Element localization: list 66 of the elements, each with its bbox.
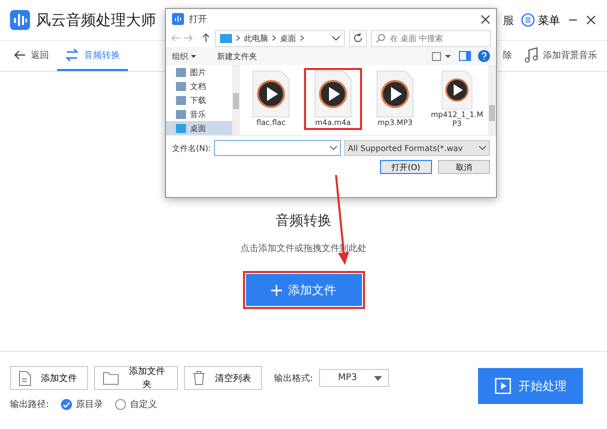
section-title: 音频转换 <box>276 212 332 230</box>
app-logo-icon <box>172 13 184 25</box>
chevron-right-icon <box>236 35 240 41</box>
trash-icon <box>193 371 205 385</box>
scrollbar[interactable] <box>232 65 240 135</box>
path-radio-option[interactable]: 原目录 <box>61 398 104 411</box>
file-type-dropdown[interactable]: All Supported Formats(*.wav <box>344 140 490 156</box>
preview-pane-icon[interactable] <box>459 51 471 61</box>
organize-menu[interactable]: 组织 <box>172 50 196 62</box>
folder-nav-item[interactable]: 图片 <box>166 65 232 79</box>
filename-label: 文件名(N): <box>172 142 211 154</box>
chevron-down-icon <box>332 36 340 40</box>
breadcrumb-item[interactable]: 桌面 <box>280 32 296 44</box>
toolbar-button[interactable]: 添加文件 <box>10 366 88 390</box>
path-radio-option[interactable]: 自定义 <box>115 398 158 411</box>
customer-service-link[interactable]: 服 <box>503 12 514 28</box>
swap-arrows-icon <box>65 48 79 62</box>
view-options-icon[interactable] <box>432 52 452 60</box>
output-path-label: 输出路径: <box>10 398 50 411</box>
format-dropdown[interactable]: MP3 <box>319 369 390 387</box>
folder-nav-item[interactable]: 下载 <box>166 93 232 107</box>
refresh-icon[interactable] <box>349 30 367 46</box>
toolbar-button[interactable]: 添加文件夹 <box>94 366 178 390</box>
search-field[interactable]: 在 桌面 中搜索 <box>371 30 491 46</box>
folder-nav-item[interactable]: 文档 <box>166 79 232 93</box>
audio-file-icon <box>313 70 353 118</box>
close-icon[interactable] <box>481 14 490 24</box>
folder-nav-item[interactable]: 桌面 <box>166 121 232 135</box>
caret-icon <box>374 376 382 380</box>
back-arrow-icon <box>14 50 26 60</box>
filename-input[interactable] <box>214 140 341 156</box>
radio-icon[interactable] <box>115 399 126 410</box>
new-folder-button[interactable]: 新建文件夹 <box>217 50 257 62</box>
search-icon <box>376 34 385 42</box>
play-icon <box>494 378 510 394</box>
document-icon <box>19 370 31 386</box>
toolbar-tab[interactable]: 除 <box>499 41 516 71</box>
audio-file-icon <box>251 70 291 118</box>
radio-icon[interactable] <box>61 399 72 410</box>
toolbar-tab[interactable]: 添加背景音乐 <box>516 41 605 71</box>
chevron-right-icon <box>300 35 304 41</box>
app-title: 风云音频处理大师 <box>36 10 156 30</box>
help-icon[interactable] <box>478 50 490 62</box>
start-process-button[interactable]: 开始处理 <box>478 368 583 404</box>
music-note-icon <box>524 47 538 63</box>
address-bar[interactable]: 此电脑 桌面 <box>215 30 345 46</box>
sound-wave-logo-icon <box>10 10 30 30</box>
format-label: 输出格式: <box>274 372 314 384</box>
open-button[interactable]: 打开(O) <box>380 160 432 174</box>
toolbar-tab[interactable]: 返回 <box>6 41 57 71</box>
caret-icon <box>191 54 196 58</box>
menu-icon <box>521 13 535 27</box>
chevron-down-icon <box>479 146 486 150</box>
scrollbar[interactable] <box>488 65 496 135</box>
dialog-title: 打开 <box>189 14 207 26</box>
cancel-button[interactable]: 取消 <box>438 160 490 174</box>
menu-button[interactable]: 菜单 <box>518 12 563 28</box>
plus-icon <box>271 284 282 296</box>
toolbar-button[interactable]: 清空列表 <box>184 366 262 390</box>
chevron-down-icon <box>330 146 337 150</box>
audio-file-icon <box>375 70 415 118</box>
breadcrumb-item[interactable]: 此电脑 <box>244 32 268 44</box>
folder-nav-item[interactable]: 音乐 <box>166 107 232 121</box>
navigation-arrows-icon[interactable] <box>171 33 211 43</box>
chevron-right-icon <box>272 35 276 41</box>
add-file-button[interactable]: 添加文件 <box>246 274 362 306</box>
